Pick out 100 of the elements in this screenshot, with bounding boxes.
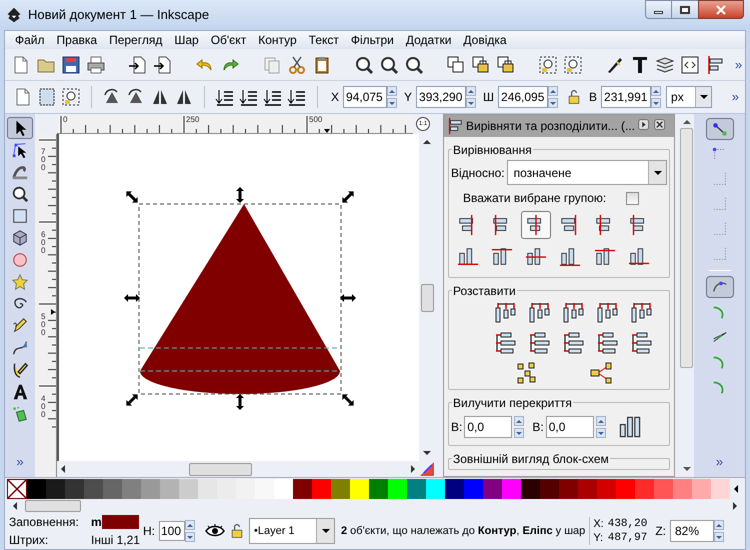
- color-swatch[interactable]: [521, 478, 540, 498]
- fill-swatch[interactable]: [102, 515, 139, 529]
- raise-lines-icon[interactable]: [215, 87, 235, 107]
- color-swatch[interactable]: [236, 478, 255, 498]
- snap-toggle[interactable]: [706, 276, 734, 298]
- menu-item[interactable]: Перегляд: [103, 31, 168, 49]
- coordinate-field[interactable]: 231,991: [601, 86, 652, 108]
- color-swatch[interactable]: [179, 478, 198, 498]
- dashed-page-icon[interactable]: [37, 87, 57, 107]
- color-swatch[interactable]: [27, 478, 46, 498]
- coordinate-field[interactable]: 246,095: [498, 86, 548, 108]
- color-swatch[interactable]: [502, 478, 521, 498]
- menu-item[interactable]: Додатки: [400, 31, 458, 49]
- distribute-icon[interactable]: [596, 301, 620, 325]
- maximize-button[interactable]: [672, 0, 698, 19]
- color-swatch[interactable]: [255, 478, 274, 498]
- menu-item[interactable]: Контур: [252, 31, 303, 49]
- more-tools-button[interactable]: »: [716, 452, 724, 477]
- color-swatch[interactable]: [692, 478, 711, 498]
- dashed-selection-icon[interactable]: [538, 54, 558, 74]
- distribute-icon[interactable]: [562, 331, 586, 355]
- layers-icon[interactable]: [655, 54, 675, 74]
- coordinate-field[interactable]: 94,075: [343, 86, 388, 108]
- distribute-icon[interactable]: [494, 301, 518, 325]
- raise-lines-icon[interactable]: [263, 87, 283, 107]
- spin-buttons[interactable]: [514, 416, 524, 438]
- color-swatch[interactable]: [464, 478, 483, 498]
- spin-buttons[interactable]: [651, 86, 662, 108]
- close-button[interactable]: [698, 0, 744, 19]
- spin-buttons[interactable]: [714, 520, 724, 542]
- color-swatch[interactable]: [331, 478, 350, 498]
- spin-buttons[interactable]: [387, 86, 398, 108]
- scale-handle[interactable]: [236, 187, 244, 203]
- lower-lines-icon[interactable]: [287, 87, 307, 107]
- connected-squares-icon[interactable]: [589, 361, 613, 385]
- dashed-selection-icon[interactable]: [563, 54, 583, 74]
- code-icon[interactable]: [680, 54, 700, 74]
- color-swatch[interactable]: [65, 478, 84, 498]
- scissors-icon[interactable]: [287, 54, 307, 74]
- color-swatch[interactable]: [654, 478, 673, 498]
- unit-dropdown[interactable]: px: [666, 86, 712, 108]
- color-swatch[interactable]: [160, 478, 179, 498]
- align-button[interactable]: [521, 211, 552, 239]
- scale-handle[interactable]: [126, 191, 138, 203]
- locked-squares-icon[interactable]: [471, 54, 491, 74]
- color-swatch[interactable]: [540, 478, 559, 498]
- color-swatch[interactable]: [198, 478, 217, 498]
- zoom-icon[interactable]: [354, 54, 374, 74]
- color-swatch[interactable]: [597, 478, 616, 498]
- layer-dropdown[interactable]: •Layer 1: [249, 518, 335, 544]
- color-swatch[interactable]: [407, 478, 426, 498]
- close-icon[interactable]: [654, 119, 668, 133]
- spacing-field[interactable]: 0,0: [546, 416, 594, 438]
- distribute-icon[interactable]: [630, 301, 654, 325]
- opacity-field[interactable]: 100: [159, 521, 185, 541]
- color-swatch[interactable]: [369, 478, 388, 498]
- menu-item[interactable]: Фільтри: [344, 31, 400, 49]
- snap-toggle[interactable]: [706, 118, 734, 140]
- color-swatch[interactable]: [388, 478, 407, 498]
- color-management-icon[interactable]: [419, 461, 435, 477]
- color-swatch[interactable]: [616, 478, 635, 498]
- more-tools-button[interactable]: »: [735, 54, 750, 74]
- scale-handle[interactable]: [342, 394, 354, 406]
- scale-handle[interactable]: [124, 294, 140, 302]
- distribute-icon[interactable]: [562, 301, 586, 325]
- color-swatch[interactable]: [46, 478, 65, 498]
- menu-item[interactable]: Шар: [168, 31, 205, 49]
- color-swatch[interactable]: [559, 478, 578, 498]
- scale-handle[interactable]: [126, 394, 138, 406]
- tool-button[interactable]: [7, 117, 33, 139]
- minimize-button[interactable]: [645, 0, 672, 19]
- scale-handle[interactable]: [340, 294, 356, 302]
- color-swatch[interactable]: [483, 478, 502, 498]
- color-swatch[interactable]: [141, 478, 160, 498]
- page-arrow-icon[interactable]: [153, 54, 173, 74]
- color-swatch[interactable]: [84, 478, 103, 498]
- menu-item[interactable]: Правка: [50, 31, 104, 49]
- group-checkbox[interactable]: [626, 192, 639, 204]
- color-swatch[interactable]: [578, 478, 597, 498]
- color-swatch[interactable]: [312, 478, 331, 498]
- scale-handle[interactable]: [342, 191, 354, 203]
- zoom-icon[interactable]: [379, 54, 399, 74]
- page-arrow-icon[interactable]: [128, 54, 148, 74]
- color-swatch[interactable]: [274, 478, 293, 498]
- distribute-icon[interactable]: [528, 301, 552, 325]
- color-swatch[interactable]: [635, 478, 654, 498]
- printer-icon[interactable]: [86, 54, 106, 74]
- spin-buttons[interactable]: [596, 416, 606, 438]
- more-tools-button[interactable]: »: [732, 87, 745, 107]
- more-tools-button[interactable]: »: [16, 452, 24, 477]
- color-swatch[interactable]: [426, 478, 445, 498]
- distribute-icon[interactable]: [528, 331, 552, 355]
- scale-handle[interactable]: [236, 394, 244, 410]
- coordinate-field[interactable]: 393,290: [416, 86, 466, 108]
- spin-buttons[interactable]: [466, 86, 476, 108]
- play-icon[interactable]: [638, 119, 652, 133]
- padlock-icon[interactable]: [229, 522, 245, 540]
- color-swatch[interactable]: [711, 478, 730, 498]
- color-swatch[interactable]: [293, 478, 312, 498]
- distribute-icon[interactable]: [494, 331, 518, 355]
